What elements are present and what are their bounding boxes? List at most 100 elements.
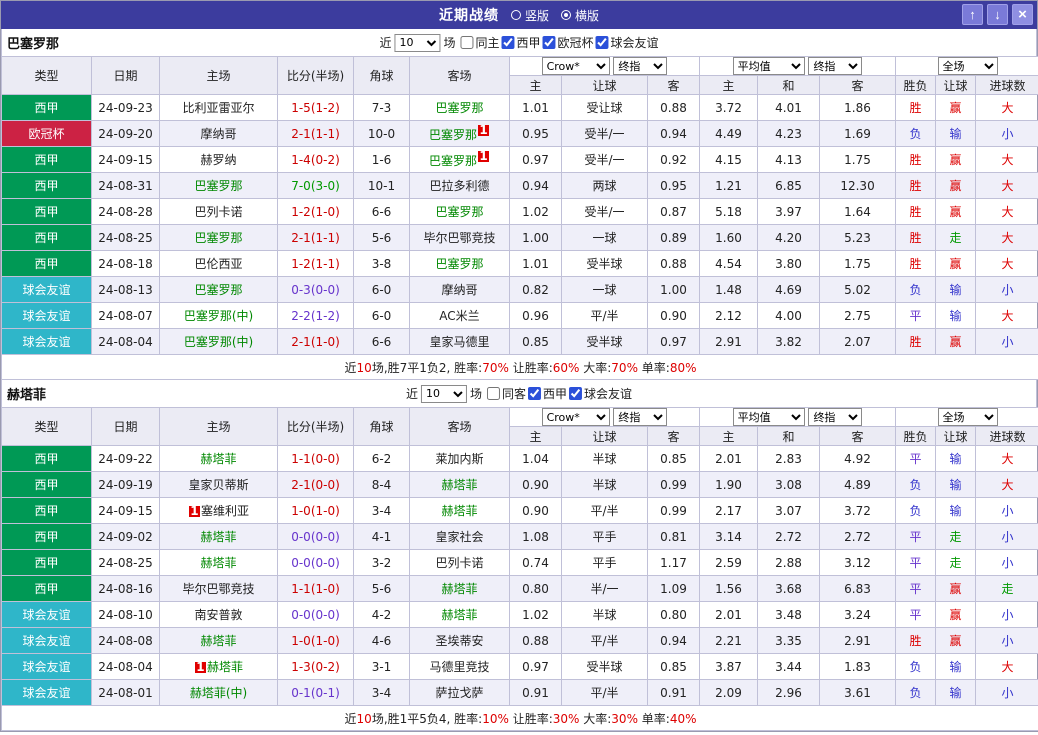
- odds-cell: 半球: [561, 445, 648, 472]
- checkbox-同主[interactable]: [460, 36, 474, 49]
- up-arrow-icon: ↑: [969, 6, 976, 22]
- odds-cell: 受半球: [561, 653, 648, 680]
- goals-result-cell: 大: [975, 445, 1038, 472]
- odds-cell: 3.61: [819, 679, 897, 706]
- date-cell: 24-09-22: [91, 445, 160, 472]
- filter-checkbox-同主[interactable]: 同主: [460, 34, 500, 51]
- match-row: 球会友谊 24-08-04 巴塞罗那(中) 2-1(1-0) 6-6 皇家马德里 0.85 受…: [1, 328, 1038, 355]
- summary-segment: 70%: [611, 360, 638, 375]
- score-cell: 0-3(0-0): [277, 276, 354, 303]
- away-team-cell: 赫塔菲: [409, 601, 510, 628]
- home-team-cell: 巴伦西亚: [159, 250, 278, 277]
- checkbox-同客[interactable]: [486, 387, 500, 400]
- odds-cell: 5.23: [819, 224, 897, 251]
- scope-select[interactable]: 全场: [937, 57, 998, 75]
- radio-horizontal-layout[interactable]: 横版: [561, 7, 599, 24]
- goals-result-cell: 大: [975, 146, 1038, 173]
- odds-cell: 0.96: [509, 302, 562, 329]
- goals-result-cell: 小: [975, 627, 1038, 654]
- summary-segment: 10%: [482, 711, 509, 726]
- away-team-name: 巴塞罗那: [435, 205, 484, 219]
- odds-cell: 1.17: [646, 549, 701, 576]
- scope-select[interactable]: 全场: [937, 408, 998, 426]
- checkbox-球会友谊[interactable]: [569, 387, 583, 400]
- team-name: 巴塞罗那: [7, 37, 60, 52]
- average-select[interactable]: 平均值: [732, 57, 805, 75]
- score-cell: 7-0(3-0): [277, 172, 354, 199]
- odds-cell: 3.07: [757, 497, 821, 524]
- league-type-cell: 西甲: [1, 497, 92, 524]
- corner-cell: 7-3: [353, 94, 410, 121]
- match-row: 西甲 24-09-15 1 塞维利亚 1-0(1-0) 3-4 赫塔菲 0.90 平/半 0.99…: [1, 497, 1038, 524]
- away-team-cell: 皇家马德里: [409, 328, 510, 355]
- odds-stage-select[interactable]: 终指: [613, 408, 668, 426]
- close-button[interactable]: ×: [1012, 4, 1033, 25]
- match-row: 球会友谊 24-08-08 赫塔菲 1-0(1-0) 4-6 圣埃蒂安 0.88 平/半 0.9…: [1, 627, 1038, 654]
- match-row: 西甲 24-08-16 毕尔巴鄂竞技 1-1(1-0) 5-6 赫塔菲 0.80 半/一 1.0…: [1, 575, 1038, 602]
- league-type-cell: 球会友谊: [1, 601, 92, 628]
- move-up-button[interactable]: ↑: [962, 4, 983, 25]
- checkbox-球会友谊[interactable]: [595, 36, 609, 49]
- odds-cell: 3.72: [699, 94, 759, 121]
- odds-cell: 1.01: [509, 94, 562, 121]
- filter-checkbox-球会友谊[interactable]: 球会友谊: [569, 385, 632, 402]
- result-cell: 胜: [895, 198, 937, 225]
- filter-checkbox-同客[interactable]: 同客: [486, 385, 526, 402]
- match-row: 西甲 24-08-31 巴塞罗那 7-0(3-0) 10-1 巴拉多利德 0.94 两球 0.9…: [1, 172, 1038, 199]
- average-select[interactable]: 平均值: [732, 408, 805, 426]
- odds-cell: 2.07: [819, 328, 897, 355]
- match-row: 西甲 24-08-25 赫塔菲 0-0(0-0) 3-2 巴列卡诺 0.74 平手 1.17 2.…: [1, 549, 1038, 576]
- avg-stage-select[interactable]: 终指: [808, 57, 863, 75]
- home-team-name: 赫塔菲(中): [189, 686, 248, 700]
- match-count-select[interactable]: 10: [420, 384, 467, 403]
- filter-checkbox-球会友谊[interactable]: 球会友谊: [595, 34, 659, 51]
- date-cell: 24-08-13: [91, 276, 160, 303]
- avg-stage-select[interactable]: 终指: [808, 408, 863, 426]
- date-cell: 24-08-07: [91, 302, 160, 329]
- odds-cell: 12.30: [819, 172, 897, 199]
- away-team-name: 皇家社会: [435, 530, 484, 544]
- bookmaker-select[interactable]: Crow*: [541, 57, 610, 75]
- checkbox-西甲[interactable]: [501, 36, 515, 49]
- corner-cell: 8-4: [353, 471, 410, 498]
- date-cell: 24-08-01: [91, 679, 160, 706]
- score-cell: 1-0(1-0): [277, 497, 354, 524]
- bookmaker-select[interactable]: Crow*: [541, 408, 610, 426]
- goals-result-cell: 小: [975, 328, 1038, 355]
- filter-checkbox-西甲[interactable]: 西甲: [528, 385, 567, 402]
- section-header: 赫塔菲 近 10 场 同客 西甲 球会友谊: [1, 380, 1037, 407]
- move-down-button[interactable]: ↓: [987, 4, 1008, 25]
- summary-segment: 让胜率:: [508, 360, 553, 375]
- radio-vertical-layout[interactable]: 竖版: [510, 7, 549, 24]
- home-team-name: 巴塞罗那: [194, 179, 243, 193]
- odds-stage-select[interactable]: 终指: [613, 57, 668, 75]
- goals-result-cell: 走: [975, 575, 1038, 602]
- average-dropdown-cell: 平均值 终指: [699, 407, 897, 427]
- score-cell: 0-0(0-0): [277, 601, 354, 628]
- odds-cell: 4.92: [819, 445, 897, 472]
- checkbox-西甲[interactable]: [528, 387, 542, 400]
- filter-checkbox-欧冠杯[interactable]: 欧冠杯: [542, 34, 594, 51]
- odds-cell: 1.60: [699, 224, 759, 251]
- odds-cell: 2.17: [699, 497, 759, 524]
- filter-checkbox-西甲[interactable]: 西甲: [501, 34, 541, 51]
- checkbox-欧冠杯[interactable]: [542, 36, 556, 49]
- home-team-cell: 巴塞罗那(中): [159, 328, 278, 355]
- result-cell: 胜: [895, 94, 937, 121]
- odds-cell: 0.85: [509, 328, 562, 355]
- window-controls: ↑ ↓ ×: [962, 4, 1033, 25]
- match-row: 欧冠杯 24-09-20 摩纳哥 2-1(1-1) 10-0 巴塞罗那 1 0.95 受半/一 0…: [1, 120, 1038, 147]
- league-type-cell: 西甲: [1, 445, 92, 472]
- home-team-cell: 赫塔菲(中): [159, 679, 278, 706]
- header-avg-home: 主: [699, 75, 759, 95]
- odds-cell: 2.72: [757, 523, 821, 550]
- away-team-cell: 毕尔巴鄂竞技: [409, 224, 510, 251]
- match-count-select[interactable]: 10: [394, 33, 441, 52]
- header-avg-away: 客: [819, 426, 897, 446]
- header-date: 日期: [91, 56, 160, 95]
- radio-vertical-label: 竖版: [524, 8, 549, 23]
- average-dropdown-cell: 平均值 终指: [699, 56, 897, 76]
- corner-cell: 3-8: [353, 250, 410, 277]
- odds-cell: 5.02: [819, 276, 897, 303]
- odds-dropdown-cell: Crow* 终指: [508, 56, 701, 76]
